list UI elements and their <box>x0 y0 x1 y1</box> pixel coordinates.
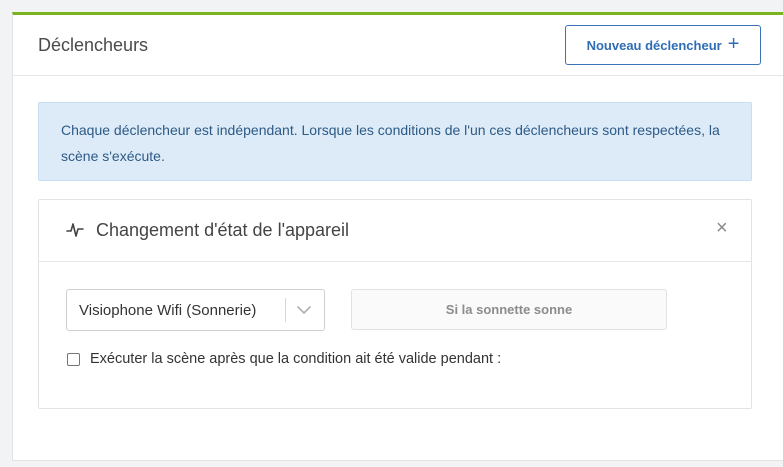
trigger-card-header: Changement d'état de l'appareil × <box>39 200 751 262</box>
new-trigger-button-label: Nouveau déclencheur <box>586 37 722 53</box>
triggers-panel: Déclencheurs Nouveau déclencheur + Chaqu… <box>12 12 783 461</box>
delay-checkbox-label[interactable]: Exécuter la scène après que la condition… <box>90 351 501 367</box>
condition-button[interactable]: Si la sonnette sonne <box>351 289 667 330</box>
info-text: Chaque déclencheur est indépendant. Lors… <box>61 122 720 164</box>
panel-header: Déclencheurs Nouveau déclencheur + <box>13 15 783 76</box>
close-icon[interactable]: × <box>716 218 732 238</box>
delay-checkbox[interactable] <box>67 352 80 366</box>
device-select-value: Visiophone Wifi (Sonnerie) <box>79 302 257 319</box>
trigger-card: Changement d'état de l'appareil × Visiop… <box>38 199 752 409</box>
info-alert: Chaque déclencheur est indépendant. Lors… <box>38 102 752 181</box>
new-trigger-button[interactable]: Nouveau déclencheur + <box>565 25 761 65</box>
pulse-icon <box>66 223 84 237</box>
select-separator <box>285 298 286 322</box>
plus-icon: + <box>727 32 740 55</box>
device-select[interactable]: Visiophone Wifi (Sonnerie) <box>66 289 325 331</box>
page-title: Déclencheurs <box>38 35 149 55</box>
delay-checkbox-row: Exécuter la scène après que la condition… <box>67 351 501 367</box>
trigger-card-title: Changement d'état de l'appareil <box>96 220 350 240</box>
chevron-down-icon[interactable] <box>297 305 311 315</box>
